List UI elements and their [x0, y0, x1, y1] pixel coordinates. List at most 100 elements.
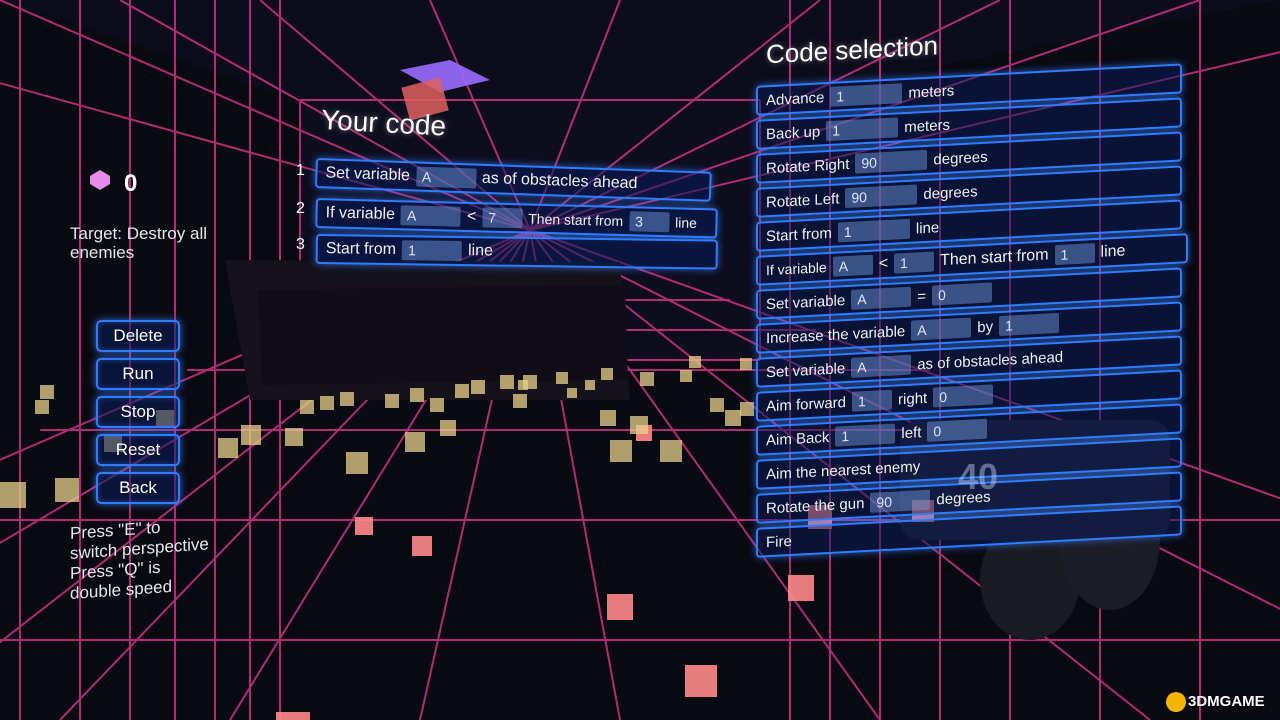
unit-label: degrees: [923, 182, 978, 203]
stop-button[interactable]: Stop: [96, 396, 180, 428]
code-label: Increase the variable: [766, 322, 906, 347]
code-label: Aim forward: [766, 393, 847, 415]
code-line-3[interactable]: Start from 1 line: [315, 234, 718, 270]
yellow-cube: [471, 380, 485, 394]
gem-icon: [88, 168, 112, 192]
yellow-cube: [640, 372, 654, 386]
unit-label: meters: [908, 81, 955, 102]
yellow-cube: [710, 398, 724, 412]
yellow-cube: [340, 392, 354, 406]
value-slot[interactable]: 7: [482, 207, 523, 229]
yellow-cube: [320, 396, 334, 410]
pink-cube: [788, 575, 814, 601]
code-label: Advance: [766, 88, 825, 109]
variable-slot[interactable]: A: [911, 317, 972, 341]
value-slot[interactable]: 0: [933, 384, 994, 408]
unit-label: degrees: [933, 148, 988, 168]
yellow-cube: [40, 385, 54, 399]
yellow-cube: [518, 380, 528, 390]
value-slot[interactable]: 0: [931, 282, 992, 306]
code-suffix: as of obstacles ahead: [917, 348, 1064, 373]
code-label: Fire: [766, 532, 792, 551]
variable-slot[interactable]: A: [415, 166, 477, 189]
unit-label: line: [915, 218, 940, 237]
value-slot[interactable]: 1: [835, 423, 896, 447]
code-label: If variable: [766, 259, 827, 279]
then-label: Then start from: [940, 246, 1049, 270]
value-slot[interactable]: 1: [830, 83, 903, 107]
code-label: Set variable: [325, 164, 411, 185]
unit-label: meters: [904, 116, 951, 136]
line-label: line: [674, 214, 698, 231]
direction-label: left: [901, 423, 922, 442]
value-slot[interactable]: 1: [852, 389, 893, 412]
yellow-cube: [585, 380, 595, 390]
yellow-cube: [300, 400, 314, 414]
operator: =: [917, 287, 926, 305]
yellow-cube: [567, 388, 577, 398]
operator: <: [466, 207, 477, 226]
yellow-cube: [689, 356, 701, 368]
code-label: Rotate the gun: [766, 494, 865, 517]
delete-button[interactable]: Delete: [96, 320, 180, 352]
yellow-cube: [556, 372, 568, 384]
yellow-cube: [405, 432, 425, 452]
direction-label: right: [898, 389, 928, 408]
target-text: Target: Destroy all enemies: [70, 224, 207, 262]
code-label: Rotate Left: [766, 189, 840, 211]
yellow-cube: [346, 452, 368, 474]
yellow-cube: [600, 410, 616, 426]
value-slot[interactable]: 1: [837, 218, 910, 243]
yellow-cube: [455, 384, 469, 398]
reset-button[interactable]: Reset: [96, 434, 180, 466]
code-label: Aim the nearest enemy: [766, 457, 921, 483]
pink-cube: [685, 665, 717, 697]
code-label: Set variable: [766, 359, 846, 381]
pink-cube: [607, 594, 633, 620]
yellow-cube: [410, 388, 424, 402]
yellow-cube: [660, 440, 682, 462]
by-label: by: [977, 317, 994, 336]
then-label: Then start from: [528, 210, 624, 230]
yellow-cube: [500, 375, 514, 389]
yellow-cube: [0, 482, 26, 508]
yellow-cube: [725, 410, 741, 426]
yellow-cube: [35, 400, 49, 414]
code-label: Set variable: [766, 291, 846, 313]
help-text: Press "E" to switch perspective Press "Q…: [70, 511, 260, 604]
yellow-cube: [680, 370, 692, 382]
watermark-logo-icon: [1166, 692, 1186, 712]
run-button[interactable]: Run: [96, 358, 180, 390]
variable-slot[interactable]: A: [851, 286, 912, 310]
yellow-cube: [513, 394, 527, 408]
variable-slot[interactable]: A: [832, 254, 873, 277]
gem-count: 0: [124, 170, 138, 197]
pink-cube: [412, 536, 432, 556]
value-slot[interactable]: 1: [999, 312, 1060, 337]
line-slot[interactable]: 1: [1054, 243, 1095, 266]
value-slot[interactable]: 90: [870, 489, 931, 513]
yellow-cube: [385, 394, 399, 408]
yellow-cube: [241, 425, 261, 445]
value-slot[interactable]: 1: [894, 251, 935, 274]
operator: <: [878, 254, 889, 273]
value-slot[interactable]: 0: [927, 418, 988, 442]
line-label: line: [1100, 242, 1126, 261]
variable-slot[interactable]: A: [400, 205, 462, 227]
watermark: 3DMGAME: [1166, 692, 1265, 712]
value-slot[interactable]: 90: [845, 184, 918, 209]
value-slot[interactable]: 90: [855, 149, 928, 174]
code-label: Start from: [325, 240, 397, 259]
watermark-text: 3DMGAME: [1188, 692, 1265, 710]
yellow-cube: [630, 416, 648, 434]
variable-slot[interactable]: A: [851, 354, 912, 378]
value-slot[interactable]: 1: [401, 240, 463, 262]
value-slot[interactable]: 1: [826, 117, 899, 142]
line-slot[interactable]: 3: [628, 211, 670, 233]
line-number: 3: [296, 236, 305, 253]
code-label: Aim Back: [766, 428, 830, 449]
back-button[interactable]: Back: [96, 472, 180, 504]
yellow-cube: [601, 368, 613, 380]
line-number: 2: [296, 200, 305, 217]
yellow-cube: [218, 438, 238, 458]
